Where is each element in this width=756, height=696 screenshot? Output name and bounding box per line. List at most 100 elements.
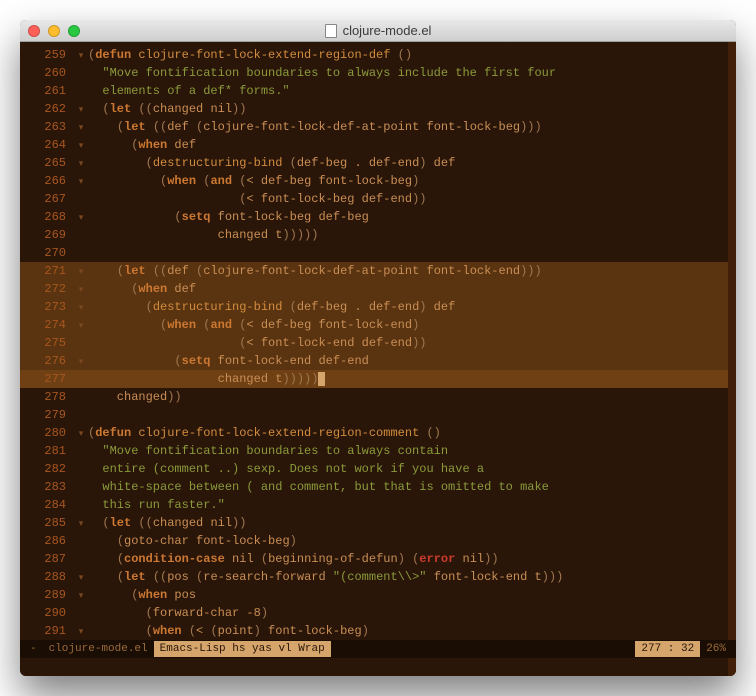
fold-marker-icon[interactable]: ▾ [74, 100, 88, 118]
code-line[interactable]: 286 (goto-char font-lock-beg) [20, 532, 728, 550]
code-line[interactable]: 264▾ (when def [20, 136, 728, 154]
code-line[interactable]: 291▾ (when (< (point) font-lock-beg) [20, 622, 728, 640]
code-content[interactable] [88, 244, 728, 262]
code-content[interactable]: (destructuring-bind (def-beg . def-end) … [88, 154, 728, 172]
fold-marker-icon[interactable]: ▾ [74, 622, 88, 640]
fold-marker-icon [74, 244, 88, 262]
code-line[interactable]: 284 this run faster." [20, 496, 728, 514]
code-content[interactable]: white-space between ( and comment, but t… [88, 478, 728, 496]
traffic-lights [28, 25, 80, 37]
code-content[interactable]: (setq font-lock-end def-end [88, 352, 728, 370]
code-content[interactable]: "Move fontification boundaries to always… [88, 442, 728, 460]
minimize-icon[interactable] [48, 25, 60, 37]
fold-marker-icon[interactable]: ▾ [74, 298, 88, 316]
code-content[interactable]: (let ((pos (re-search-forward "(comment\… [88, 568, 728, 586]
code-content[interactable]: (when (and (< def-beg font-lock-beg) [88, 172, 728, 190]
code-content[interactable]: changed t))))) [88, 226, 728, 244]
window-title-wrap: clojure-mode.el [28, 23, 728, 38]
fold-marker-icon[interactable]: ▾ [74, 352, 88, 370]
code-line[interactable]: 278 changed)) [20, 388, 728, 406]
code-line[interactable]: 283 white-space between ( and comment, b… [20, 478, 728, 496]
code-line[interactable]: 275 (< font-lock-end def-end)) [20, 334, 728, 352]
code-content[interactable]: elements of a def* forms." [88, 82, 728, 100]
code-line[interactable]: 287 (condition-case nil (beginning-of-de… [20, 550, 728, 568]
close-icon[interactable] [28, 25, 40, 37]
code-line[interactable]: 274▾ (when (and (< def-beg font-lock-end… [20, 316, 728, 334]
code-line[interactable]: 270 [20, 244, 728, 262]
line-number: 268 [20, 208, 74, 226]
zoom-icon[interactable] [68, 25, 80, 37]
titlebar[interactable]: clojure-mode.el [20, 20, 736, 42]
code-content[interactable]: (< font-lock-end def-end)) [88, 334, 728, 352]
code-line[interactable]: 273▾ (destructuring-bind (def-beg . def-… [20, 298, 728, 316]
code-content[interactable]: (when def [88, 136, 728, 154]
fold-marker-icon[interactable]: ▾ [74, 262, 88, 280]
code-content[interactable]: (let ((changed nil)) [88, 100, 728, 118]
code-content[interactable]: (let ((def (clojure-font-lock-def-at-poi… [88, 262, 728, 280]
code-content[interactable]: (let ((def (clojure-font-lock-def-at-poi… [88, 118, 728, 136]
code-line[interactable]: 271▾ (let ((def (clojure-font-lock-def-a… [20, 262, 728, 280]
line-number: 287 [20, 550, 74, 568]
fold-marker-icon[interactable]: ▾ [74, 568, 88, 586]
code-line[interactable]: 268▾ (setq font-lock-beg def-beg [20, 208, 728, 226]
fold-marker-icon[interactable]: ▾ [74, 208, 88, 226]
code-line[interactable]: 280▾(defun clojure-font-lock-extend-regi… [20, 424, 728, 442]
code-line[interactable]: 281 "Move fontification boundaries to al… [20, 442, 728, 460]
fold-marker-icon[interactable]: ▾ [74, 136, 88, 154]
code-content[interactable]: (when def [88, 280, 728, 298]
code-content[interactable]: this run faster." [88, 496, 728, 514]
code-line[interactable]: 279 [20, 406, 728, 424]
fold-marker-icon[interactable]: ▾ [74, 424, 88, 442]
fold-marker-icon[interactable]: ▾ [74, 280, 88, 298]
code-line[interactable]: 288▾ (let ((pos (re-search-forward "(com… [20, 568, 728, 586]
fold-marker-icon [74, 478, 88, 496]
code-line[interactable]: 277 changed t))))) [20, 370, 728, 388]
code-line[interactable]: 276▾ (setq font-lock-end def-end [20, 352, 728, 370]
major-mode: Emacs-Lisp hs yas vl Wrap [154, 641, 331, 657]
code-line[interactable]: 269 changed t))))) [20, 226, 728, 244]
code-content[interactable]: (when (and (< def-beg font-lock-end) [88, 316, 728, 334]
code-content[interactable] [88, 406, 728, 424]
fold-marker-icon[interactable]: ▾ [74, 172, 88, 190]
fold-marker-icon[interactable]: ▾ [74, 154, 88, 172]
code-content[interactable]: changed t))))) [88, 370, 728, 388]
code-line[interactable]: 263▾ (let ((def (clojure-font-lock-def-a… [20, 118, 728, 136]
code-content[interactable]: (when pos [88, 586, 728, 604]
code-content[interactable]: (defun clojure-font-lock-extend-region-d… [88, 46, 728, 64]
code-line[interactable]: 267 (< font-lock-beg def-end)) [20, 190, 728, 208]
code-content[interactable]: (forward-char -8) [88, 604, 728, 622]
code-line[interactable]: 260 "Move fontification boundaries to al… [20, 64, 728, 82]
code-content[interactable]: entire (comment ..) sexp. Does not work … [88, 460, 728, 478]
fold-marker-icon [74, 64, 88, 82]
code-content[interactable]: (setq font-lock-beg def-beg [88, 208, 728, 226]
fold-marker-icon[interactable]: ▾ [74, 118, 88, 136]
code-line[interactable]: 261 elements of a def* forms." [20, 82, 728, 100]
code-content[interactable]: (when (< (point) font-lock-beg) [88, 622, 728, 640]
line-number: 261 [20, 82, 74, 100]
fold-marker-icon[interactable]: ▾ [74, 586, 88, 604]
fold-marker-icon[interactable]: ▾ [74, 514, 88, 532]
code-line[interactable]: 272▾ (when def [20, 280, 728, 298]
code-line[interactable]: 262▾ (let ((changed nil)) [20, 100, 728, 118]
code-content[interactable]: (< font-lock-beg def-end)) [88, 190, 728, 208]
code-content[interactable]: changed)) [88, 388, 728, 406]
code-line[interactable]: 266▾ (when (and (< def-beg font-lock-beg… [20, 172, 728, 190]
code-line[interactable]: 289▾ (when pos [20, 586, 728, 604]
editor-area[interactable]: 259▾(defun clojure-font-lock-extend-regi… [20, 42, 736, 640]
code-content[interactable]: "Move fontification boundaries to always… [88, 64, 728, 82]
code-content[interactable]: (goto-char font-lock-beg) [88, 532, 728, 550]
code-content[interactable]: (condition-case nil (beginning-of-defun)… [88, 550, 728, 568]
code-content[interactable]: (defun clojure-font-lock-extend-region-c… [88, 424, 728, 442]
code-line[interactable]: 285▾ (let ((changed nil)) [20, 514, 728, 532]
line-number: 264 [20, 136, 74, 154]
code-content[interactable]: (let ((changed nil)) [88, 514, 728, 532]
line-number: 280 [20, 424, 74, 442]
echo-area [20, 658, 736, 676]
fold-marker-icon[interactable]: ▾ [74, 316, 88, 334]
fold-marker-icon[interactable]: ▾ [74, 46, 88, 64]
code-content[interactable]: (destructuring-bind (def-beg . def-end) … [88, 298, 728, 316]
code-line[interactable]: 290 (forward-char -8) [20, 604, 728, 622]
code-line[interactable]: 265▾ (destructuring-bind (def-beg . def-… [20, 154, 728, 172]
code-line[interactable]: 259▾(defun clojure-font-lock-extend-regi… [20, 46, 728, 64]
code-line[interactable]: 282 entire (comment ..) sexp. Does not w… [20, 460, 728, 478]
